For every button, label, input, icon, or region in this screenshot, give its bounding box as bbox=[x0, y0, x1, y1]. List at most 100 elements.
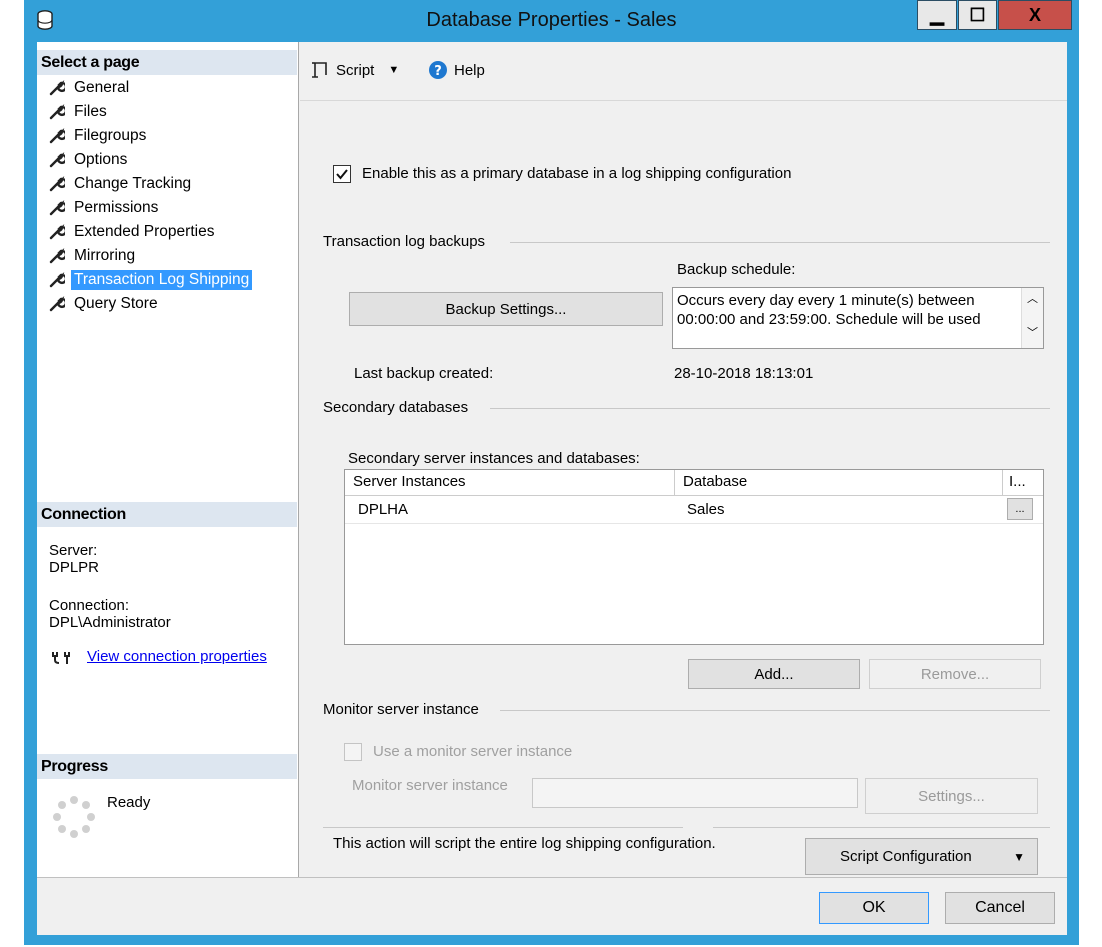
maximize-icon: ☐ bbox=[969, 4, 986, 25]
backup-settings-button[interactable]: Backup Settings... bbox=[349, 292, 663, 326]
grid-header-server[interactable]: Server Instances bbox=[345, 470, 675, 496]
page-item-extended-properties[interactable]: Extended Properties bbox=[43, 220, 252, 244]
page-item-label: Transaction Log Shipping bbox=[71, 270, 253, 290]
script-section-divider-left bbox=[323, 827, 683, 828]
page-content: Enable this as a primary database in a l… bbox=[300, 100, 1067, 877]
plug-icon bbox=[51, 650, 75, 669]
backup-schedule-textbox[interactable]: Occurs every day every 1 minute(s) betwe… bbox=[672, 287, 1044, 349]
database-properties-window: Database Properties - Sales ▁ ☐ X Select… bbox=[24, 0, 1079, 945]
backup-schedule-text: Occurs every day every 1 minute(s) betwe… bbox=[677, 292, 981, 328]
monitor-settings-button[interactable]: Settings... bbox=[865, 778, 1038, 814]
dialog-button-bar: OK Cancel bbox=[37, 877, 1067, 935]
grid-cell-database[interactable]: Sales bbox=[675, 496, 1003, 524]
page-item-change-tracking[interactable]: Change Tracking bbox=[43, 172, 252, 196]
wrench-icon bbox=[43, 200, 71, 216]
view-connection-properties-link[interactable]: View connection properties bbox=[87, 648, 267, 665]
page-item-label: Filegroups bbox=[74, 127, 147, 144]
page-item-filegroups[interactable]: Filegroups bbox=[43, 124, 252, 148]
scroll-down-icon[interactable]: ﹀ bbox=[1027, 324, 1038, 343]
close-icon: X bbox=[1028, 4, 1041, 25]
grid-header-database[interactable]: Database bbox=[675, 470, 1003, 496]
wrench-icon bbox=[43, 296, 71, 312]
minimize-icon: ▁ bbox=[930, 4, 944, 25]
help-icon: ? bbox=[429, 61, 447, 79]
progress-heading: Progress bbox=[37, 754, 297, 779]
use-monitor-checkbox[interactable] bbox=[344, 743, 362, 761]
grid-row-ellipsis-button[interactable]: ... bbox=[1007, 498, 1033, 520]
page-item-label: Permissions bbox=[74, 199, 159, 216]
script-label: Script bbox=[336, 61, 375, 79]
server-label: Server: bbox=[49, 542, 98, 559]
script-button[interactable]: Script ▼ bbox=[310, 60, 399, 80]
script-icon bbox=[312, 62, 327, 78]
page-item-label: Mirroring bbox=[74, 247, 136, 264]
monitor-section-divider bbox=[500, 710, 1050, 711]
close-button[interactable]: X bbox=[998, 0, 1072, 30]
remove-button[interactable]: Remove... bbox=[869, 659, 1041, 689]
last-backup-value: 28-10-2018 18:13:01 bbox=[674, 365, 814, 382]
tlog-section-label: Transaction log backups bbox=[323, 233, 486, 250]
page-item-label: Query Store bbox=[74, 295, 158, 312]
connection-heading: Connection bbox=[37, 502, 297, 527]
page-item-general[interactable]: General bbox=[43, 76, 252, 100]
wrench-icon bbox=[43, 176, 71, 192]
connection-label: Connection: bbox=[49, 597, 130, 614]
secondary-section-label: Secondary databases bbox=[323, 399, 469, 416]
script-section-divider-right bbox=[713, 827, 1050, 828]
last-backup-label: Last backup created: bbox=[354, 365, 494, 382]
monitor-instance-label: Monitor server instance bbox=[352, 777, 508, 794]
tlog-section-divider bbox=[510, 242, 1050, 243]
right-pane: Script ▼ ? Help Enable this as a primary… bbox=[300, 42, 1067, 877]
dialog-client-area: Select a page General Files Filegroups Opti… bbox=[37, 42, 1067, 935]
ok-button[interactable]: OK bbox=[819, 892, 929, 924]
dropdown-arrow-icon[interactable]: ▼ bbox=[1013, 850, 1025, 864]
page-item-options[interactable]: Options bbox=[43, 148, 252, 172]
use-monitor-label: Use a monitor server instance bbox=[373, 743, 573, 760]
page-item-mirroring[interactable]: Mirroring bbox=[43, 244, 252, 268]
secondary-databases-grid[interactable]: Server Instances Database I... DPLHA Sal… bbox=[344, 469, 1044, 645]
script-configuration-button[interactable]: Script Configuration ▼ bbox=[805, 838, 1038, 875]
enable-primary-checkbox[interactable] bbox=[333, 165, 351, 183]
page-item-permissions[interactable]: Permissions bbox=[43, 196, 252, 220]
maximize-button[interactable]: ☐ bbox=[958, 0, 997, 30]
wrench-icon bbox=[43, 272, 71, 288]
page-item-transaction-log-shipping[interactable]: Transaction Log Shipping bbox=[43, 268, 253, 292]
progress-spinner-icon bbox=[53, 796, 95, 838]
wrench-icon bbox=[43, 248, 71, 264]
secondary-grid-label: Secondary server instances and databases… bbox=[348, 450, 640, 467]
script-note: This action will script the entire log s… bbox=[333, 835, 716, 852]
svg-text:?: ? bbox=[434, 64, 442, 79]
title-bar[interactable]: Database Properties - Sales ▁ ☐ X bbox=[24, 0, 1079, 42]
page-item-label: Change Tracking bbox=[74, 175, 192, 192]
server-value: DPLPR bbox=[49, 559, 100, 576]
enable-primary-label: Enable this as a primary database in a l… bbox=[362, 165, 792, 182]
wrench-icon bbox=[43, 224, 71, 240]
monitor-instance-field[interactable] bbox=[532, 778, 858, 808]
page-item-label: Extended Properties bbox=[74, 223, 215, 240]
connection-value: DPL\Administrator bbox=[49, 614, 171, 631]
cancel-button[interactable]: Cancel bbox=[945, 892, 1055, 924]
scroll-up-icon[interactable]: ︿ bbox=[1027, 290, 1038, 309]
left-pane: Select a page General Files Filegroups Opti… bbox=[37, 42, 299, 877]
backup-schedule-label: Backup schedule: bbox=[677, 261, 796, 278]
checkmark-icon bbox=[336, 169, 348, 180]
add-button[interactable]: Add... bbox=[688, 659, 860, 689]
chevron-down-icon[interactable]: ▼ bbox=[388, 64, 399, 76]
help-label: Help bbox=[454, 61, 485, 79]
select-page-heading: Select a page bbox=[37, 50, 297, 75]
minimize-button[interactable]: ▁ bbox=[917, 0, 957, 30]
monitor-section-label: Monitor server instance bbox=[323, 701, 479, 718]
page-list: General Files Filegroups Options Change Trac… bbox=[43, 76, 253, 316]
help-button[interactable]: ? Help bbox=[428, 60, 485, 80]
page-item-query-store[interactable]: Query Store bbox=[43, 292, 252, 316]
page-item-files[interactable]: Files bbox=[43, 100, 252, 124]
grid-header-action[interactable]: I... bbox=[1003, 470, 1043, 496]
script-configuration-label: Script Configuration bbox=[840, 848, 972, 865]
progress-status: Ready bbox=[107, 794, 151, 811]
toolbar: Script ▼ ? Help bbox=[300, 42, 1067, 100]
grid-cell-server[interactable]: DPLHA bbox=[345, 496, 675, 524]
page-item-label: Files bbox=[74, 103, 107, 120]
schedule-scrollbar[interactable]: ︿ ﹀ bbox=[1021, 288, 1043, 348]
wrench-icon bbox=[43, 152, 71, 168]
wrench-icon bbox=[43, 104, 71, 120]
